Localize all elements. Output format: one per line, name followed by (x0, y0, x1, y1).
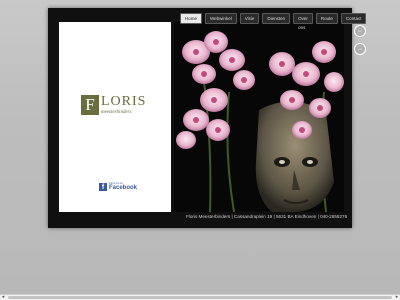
logo-mark: F (81, 95, 99, 115)
nav-webwinkel[interactable]: Webwinkel (205, 13, 237, 24)
nav-over-ons[interactable]: Over ons (293, 13, 313, 30)
logo-panel: F LORIS meesterbinders f Find us on Face… (59, 22, 171, 212)
next-arrow-icon[interactable]: → (354, 43, 366, 55)
nav-visie[interactable]: Visie (239, 13, 260, 24)
facebook-icon: f (99, 182, 107, 191)
horizontal-scrollbar[interactable]: ◂ ▸ (0, 294, 400, 300)
logo-name: LORIS (101, 94, 147, 109)
main-nav: Home Webwinkel Visie Diensten Over ons R… (180, 13, 367, 30)
footer-address: Floris Meesterbinders | Cassandraplein 1… (186, 214, 348, 219)
logo-text: LORIS meesterbinders (101, 94, 147, 116)
content-frame: F LORIS meesterbinders f Find us on Face… (48, 8, 367, 228)
floris-logo[interactable]: F LORIS meesterbinders (81, 95, 146, 115)
facebook-text: Find us on Facebook (109, 182, 138, 192)
nav-home[interactable]: Home (180, 13, 203, 24)
logo-subtitle: meesterbinders (101, 110, 132, 115)
scroll-right-arrow-icon[interactable]: ▸ (394, 295, 400, 300)
scroll-left-arrow-icon[interactable]: ◂ (0, 295, 6, 300)
previous-arrow-icon[interactable]: ← (354, 25, 366, 37)
hero-image (174, 22, 344, 212)
nav-contact[interactable]: Contact (340, 13, 367, 24)
orchid-mask-photo (174, 22, 344, 212)
facebook-link[interactable]: f Find us on Facebook (99, 182, 137, 191)
nav-diensten[interactable]: Diensten (262, 13, 291, 24)
scrollbar-thumb[interactable] (8, 296, 392, 299)
facebook-label: Facebook (109, 185, 138, 191)
nav-route[interactable]: Route (315, 13, 338, 24)
